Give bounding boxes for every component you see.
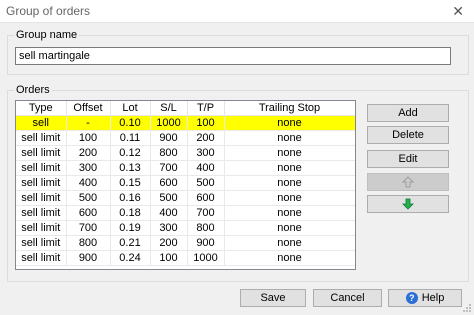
order-row[interactable]: sell limit 100 0.11 900 200 none — [16, 130, 355, 146]
trailing-stop-cell: none — [224, 175, 355, 191]
type-cell: sell limit — [16, 145, 67, 161]
resize-grip-icon[interactable] — [462, 303, 472, 313]
lot-cell: 0.18 — [110, 205, 151, 221]
sl-cell: 400 — [150, 205, 188, 221]
column-header-trailing-stop[interactable]: Trailing Stop — [224, 101, 355, 116]
title-bar: Group of orders ✕ — [0, 0, 474, 23]
offset-cell: 200 — [66, 145, 111, 161]
column-header-offset[interactable]: Offset — [66, 101, 111, 116]
type-cell: sell limit — [16, 130, 67, 146]
edit-button[interactable]: Edit — [367, 150, 449, 168]
cancel-button[interactable]: Cancel — [313, 289, 382, 307]
lot-cell: 0.19 — [110, 220, 151, 236]
offset-cell: 300 — [66, 160, 111, 176]
help-button[interactable]: ? Help — [388, 289, 462, 307]
type-cell: sell limit — [16, 175, 67, 191]
column-header-sl[interactable]: S/L — [150, 101, 188, 116]
column-header-lot[interactable]: Lot — [110, 101, 151, 116]
lot-cell: 0.15 — [110, 175, 151, 191]
add-button[interactable]: Add — [367, 104, 449, 122]
trailing-stop-cell: none — [224, 190, 355, 206]
sl-cell: 1000 — [150, 115, 188, 131]
type-cell: sell limit — [16, 160, 67, 176]
trailing-stop-cell: none — [224, 115, 355, 131]
tp-cell: 500 — [187, 175, 225, 191]
lot-cell: 0.13 — [110, 160, 151, 176]
lot-cell: 0.16 — [110, 190, 151, 206]
tp-cell: 100 — [187, 115, 225, 131]
order-row[interactable]: sell limit 800 0.21 200 900 none — [16, 235, 355, 251]
lot-cell: 0.24 — [110, 250, 151, 266]
arrow-up-icon — [402, 176, 414, 188]
sl-cell: 100 — [150, 250, 188, 266]
delete-button[interactable]: Delete — [367, 126, 449, 144]
order-row[interactable]: sell -0.10 1000 100 none — [16, 115, 355, 131]
order-row[interactable]: sell limit 300 0.13 700 400 none — [16, 160, 355, 176]
sl-cell: 800 — [150, 145, 188, 161]
save-button[interactable]: Save — [240, 289, 306, 307]
column-header-tp[interactable]: T/P — [187, 101, 225, 116]
offset-cell: 800 — [66, 235, 111, 251]
sl-cell: 900 — [150, 130, 188, 146]
group-name-input[interactable] — [15, 47, 451, 65]
lot-cell: 0.10 — [110, 115, 151, 131]
sl-cell: 600 — [150, 175, 188, 191]
lot-cell: 0.11 — [110, 130, 151, 146]
offset-cell: 600 — [66, 205, 111, 221]
lot-cell: 0.12 — [110, 145, 151, 161]
tp-cell: 800 — [187, 220, 225, 236]
header-row: Type Offset Lot S/L T/P Trailing Stop — [16, 101, 355, 116]
order-row[interactable]: sell limit 900 0.24 100 1000 none — [16, 250, 355, 266]
order-row[interactable]: sell limit 200 0.12 800 300 none — [16, 145, 355, 161]
close-icon[interactable]: ✕ — [452, 3, 464, 20]
orders-table: Type Offset Lot S/L T/P Trailing Stop se… — [16, 101, 355, 266]
window-title: Group of orders — [6, 4, 91, 18]
tp-cell: 700 — [187, 205, 225, 221]
order-row[interactable]: sell limit 400 0.15 600 500 none — [16, 175, 355, 191]
trailing-stop-cell: none — [224, 145, 355, 161]
sl-cell: 500 — [150, 190, 188, 206]
trailing-stop-cell: none — [224, 130, 355, 146]
tp-cell: 900 — [187, 235, 225, 251]
help-icon: ? — [405, 292, 418, 304]
orders-label: Orders — [14, 84, 52, 96]
type-cell: sell limit — [16, 190, 67, 206]
group-name-label: Group name — [14, 29, 80, 41]
order-row[interactable]: sell limit 500 0.16 500 600 none — [16, 190, 355, 206]
trailing-stop-cell: none — [224, 235, 355, 251]
orders-list[interactable]: Type Offset Lot S/L T/P Trailing Stop se… — [15, 100, 356, 270]
trailing-stop-cell: none — [224, 160, 355, 176]
type-cell: sell — [16, 115, 67, 131]
offset-cell: 700 — [66, 220, 111, 236]
trailing-stop-cell: none — [224, 250, 355, 266]
offset-cell: - — [66, 115, 111, 131]
sl-cell: 200 — [150, 235, 188, 251]
arrow-down-icon — [402, 198, 414, 210]
move-down-button[interactable] — [367, 195, 449, 213]
offset-cell: 100 — [66, 130, 111, 146]
type-cell: sell limit — [16, 205, 67, 221]
trailing-stop-cell: none — [224, 220, 355, 236]
type-cell: sell limit — [16, 220, 67, 236]
column-header-type[interactable]: Type — [16, 101, 67, 116]
type-cell: sell limit — [16, 235, 67, 251]
offset-cell: 400 — [66, 175, 111, 191]
tp-cell: 200 — [187, 130, 225, 146]
order-row[interactable]: sell limit 600 0.18 400 700 none — [16, 205, 355, 221]
trailing-stop-cell: none — [224, 205, 355, 221]
move-up-button[interactable] — [367, 173, 449, 191]
tp-cell: 300 — [187, 145, 225, 161]
tp-cell: 400 — [187, 160, 225, 176]
offset-cell: 900 — [66, 250, 111, 266]
offset-cell: 500 — [66, 190, 111, 206]
tp-cell: 1000 — [187, 250, 225, 266]
order-row[interactable]: sell limit 700 0.19 300 800 none — [16, 220, 355, 236]
help-label: Help — [421, 292, 445, 304]
tp-cell: 600 — [187, 190, 225, 206]
lot-cell: 0.21 — [110, 235, 151, 251]
sl-cell: 700 — [150, 160, 188, 176]
sl-cell: 300 — [150, 220, 188, 236]
type-cell: sell limit — [16, 250, 67, 266]
